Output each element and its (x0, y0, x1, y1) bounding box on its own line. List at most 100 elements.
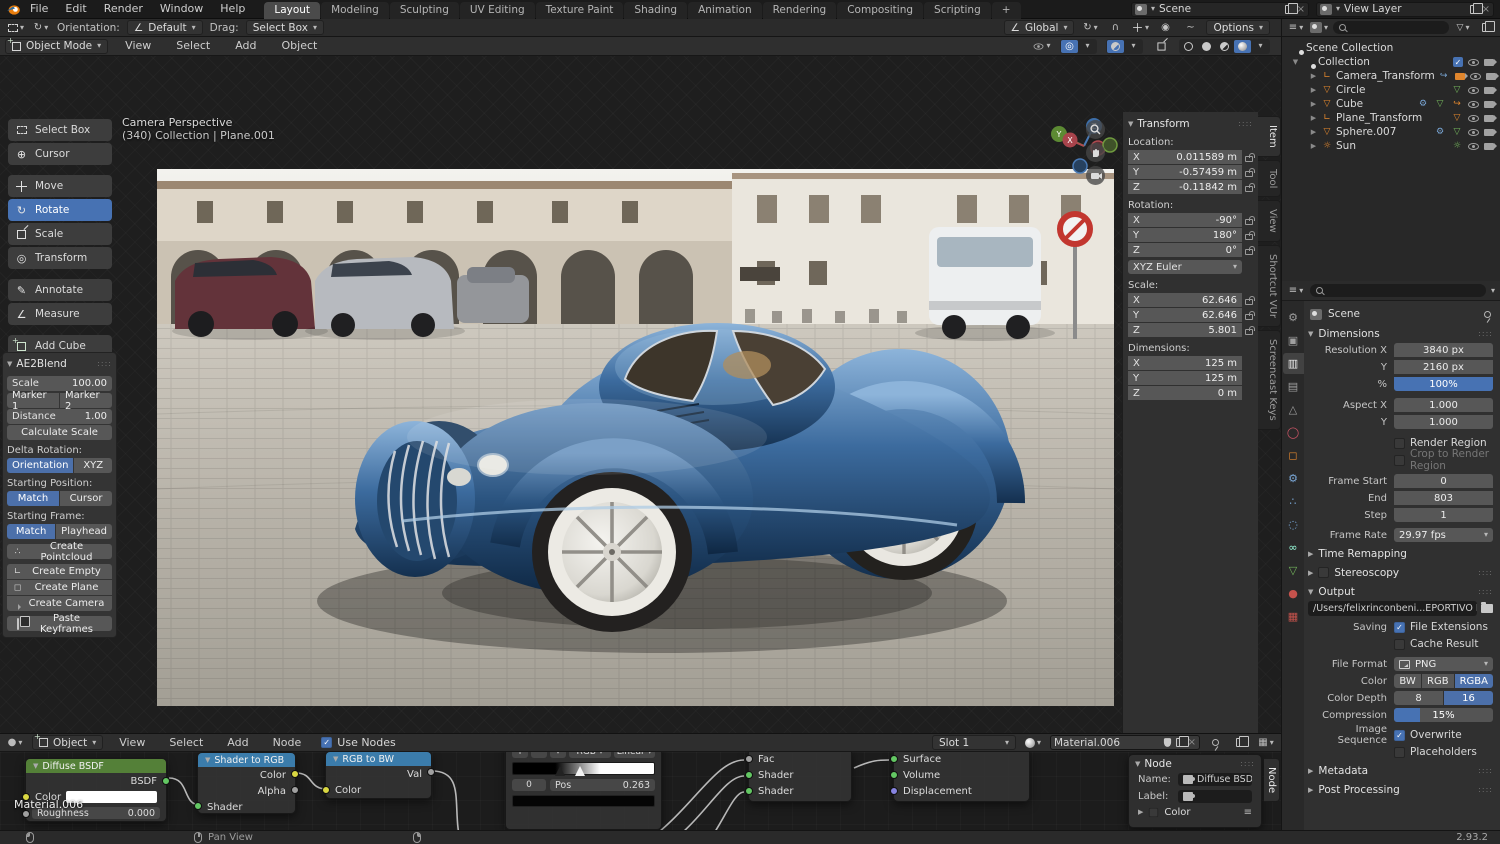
node-colorramp[interactable]: + − ▾ RGB▾ Linear▾ 0 Pos0.263 (505, 752, 662, 830)
tab-particles[interactable]: ∴ (1283, 491, 1304, 512)
menu-window[interactable]: Window (152, 0, 211, 18)
dimensions-section-header[interactable]: ▼Dimensions :::: (1308, 325, 1493, 342)
crop-render-region-checkbox[interactable]: Crop to Render Region (1394, 448, 1493, 472)
editor-type-icon[interactable]: ≡▾ (1287, 283, 1305, 298)
rotation-x-field[interactable]: X-90° (1128, 213, 1242, 227)
xray-toggle-icon[interactable] (1152, 39, 1170, 54)
camera-visibility-icon[interactable] (1484, 129, 1494, 136)
tab-texture-paint[interactable]: Texture Paint (536, 2, 624, 19)
node-diffuse-bsdf[interactable]: ▼Diffuse BSDF BSDF Color Roughness0.000 (25, 758, 167, 822)
options-dropdown[interactable]: Options ▾ (1206, 20, 1270, 35)
shader-input-socket[interactable] (194, 802, 202, 810)
mode-dropdown[interactable]: Object Mode ▾ (5, 39, 108, 54)
tab-rendering[interactable]: Rendering (763, 2, 837, 19)
zoom-button[interactable] (1086, 120, 1105, 139)
shader-input-socket[interactable] (745, 771, 753, 779)
collection-checkbox[interactable]: ✓ (1453, 57, 1463, 67)
node-rgb-to-bw[interactable]: ▼RGB to BW Val Color (325, 752, 432, 799)
tab-world[interactable]: ◯ (1283, 422, 1304, 443)
output-path-field[interactable]: /Users/felixrinconbeni...EPORTIVO DEFINI… (1308, 601, 1477, 616)
ae2-distance-field[interactable]: Distance1.00 (7, 409, 112, 424)
outliner-row-sphere007[interactable]: ▶ ▽ Sphere.007 ⚙ ▽ (1285, 125, 1497, 139)
end-field[interactable]: 803 (1394, 491, 1493, 505)
new-view-layer-icon[interactable] (1470, 5, 1478, 14)
fac-input-socket[interactable] (745, 755, 753, 763)
eye-icon[interactable] (1468, 143, 1479, 150)
shader-sidebar-tab-node[interactable]: Node (1264, 758, 1280, 802)
expand-icon[interactable]: ▶ (1309, 114, 1318, 122)
tab-material[interactable]: ● (1283, 583, 1304, 604)
overlays-dropdown-icon[interactable]: ▾ (1125, 40, 1142, 53)
rotation-mode-dropdown[interactable]: XYZ Euler▾ (1128, 260, 1242, 274)
node-mix-shader[interactable]: Fac Shader Shader (748, 752, 852, 802)
new-scene-icon[interactable] (1285, 5, 1293, 14)
ramp-handle-black[interactable] (555, 766, 565, 776)
folder-icon[interactable] (1481, 604, 1493, 613)
proportional-edit-icon[interactable]: ◉ (1156, 20, 1174, 35)
properties-search-input[interactable] (1310, 284, 1486, 297)
visibility-dropdown-icon[interactable]: ▾ (1033, 39, 1051, 54)
node-panel-header[interactable]: ▼Node :::: (1129, 755, 1261, 770)
expand-icon[interactable]: ▶ (1309, 142, 1318, 150)
eye-icon[interactable] (1470, 73, 1481, 80)
viewport-canvas[interactable]: Camera Perspective (340) Collection | Pl… (0, 56, 1281, 733)
stop-color-swatch[interactable] (512, 795, 655, 807)
resolution-y-field[interactable]: 2160 px (1394, 360, 1493, 374)
tab-object[interactable]: ◻ (1283, 445, 1304, 466)
remove-stop-button[interactable]: − (531, 752, 547, 758)
camera-view-button[interactable] (1086, 166, 1105, 185)
snap-target-icon[interactable]: ↻▾ (1081, 20, 1099, 35)
outliner-row-collection[interactable]: ▼ Collection ✓ (1285, 55, 1497, 69)
browse-material-icon[interactable]: ▾ (1024, 735, 1042, 750)
editor-type-icon[interactable]: ●▾ (6, 735, 24, 750)
node-shader-to-rgb[interactable]: ▼Shader to RGB Color Alpha Shader (197, 752, 296, 814)
tab-item[interactable]: Item (1258, 116, 1281, 157)
dimensions-y-field[interactable]: Y125 m (1128, 371, 1242, 385)
scale-z-field[interactable]: Z5.801 (1128, 323, 1242, 337)
match-position-toggle[interactable]: Match (7, 491, 59, 506)
node-material-output[interactable]: Surface Volume Displacement (893, 752, 1030, 802)
tab-modifiers[interactable]: ⚙ (1283, 468, 1304, 489)
volume-input-socket[interactable] (890, 771, 898, 779)
overlays-toggle-icon[interactable] (1107, 40, 1124, 53)
menu-render[interactable]: Render (96, 0, 151, 18)
tab-compositing[interactable]: Compositing (837, 2, 923, 19)
placeholders-checkbox[interactable]: Placeholders (1394, 746, 1477, 758)
outliner-search-input[interactable] (1333, 21, 1449, 34)
marker2-button[interactable]: Marker 2 (60, 393, 112, 408)
camera-visibility-icon[interactable] (1484, 87, 1494, 94)
shading-solid-icon[interactable] (1198, 40, 1215, 53)
color-bw-toggle[interactable]: BW (1394, 674, 1421, 688)
outliner-row-camera-transform[interactable]: ▶ ∟ Camera_Transform ↪ (1285, 69, 1497, 83)
create-plane-button[interactable]: ◻Create Plane (7, 580, 112, 595)
expand-icon[interactable]: ▶ (1309, 128, 1318, 136)
gizmo-dropdown-icon[interactable]: ▾ (1079, 40, 1096, 53)
close-icon[interactable]: × (1482, 4, 1490, 15)
tool-select-box[interactable]: Select Box (8, 119, 112, 141)
add-workspace-button[interactable]: + (992, 2, 1021, 19)
transform-panel-header[interactable]: ▼ Transform :::: (1128, 116, 1253, 131)
shading-wireframe-icon[interactable] (1180, 40, 1197, 53)
file-format-dropdown[interactable]: PNG▾ (1394, 657, 1493, 671)
outliner-row-sun[interactable]: ▶ ☼ Sun ☼ (1285, 139, 1497, 153)
filter-icon[interactable]: ▽▾ (1454, 20, 1472, 35)
tab-view[interactable]: View (1258, 200, 1281, 242)
grip-icon[interactable]: :::: (1478, 785, 1493, 794)
expand-icon[interactable]: ▶ (1309, 86, 1318, 94)
tab-tool[interactable]: Tool (1258, 160, 1281, 197)
view-menu[interactable]: View (117, 37, 159, 55)
marker1-button[interactable]: Marker 1 (7, 393, 59, 408)
tab-screencast-keys[interactable]: Screencast Keys (1258, 330, 1281, 430)
tool-annotate[interactable]: ✎Annotate (8, 279, 112, 301)
step-field[interactable]: 1 (1394, 508, 1493, 522)
resolution-pct-slider[interactable]: 100% (1394, 377, 1493, 391)
gizmo-toggle-icon[interactable]: ◎ (1061, 40, 1078, 53)
tab-modeling[interactable]: Modeling (321, 2, 389, 19)
grip-icon[interactable]: :::: (1478, 587, 1493, 596)
menu-file[interactable]: File (22, 0, 56, 18)
compression-slider[interactable]: 15% (1394, 708, 1493, 722)
bsdf-output-socket[interactable] (162, 777, 170, 785)
cursor-toggle[interactable]: Cursor (60, 491, 112, 506)
navigation-gizmo[interactable]: Z Y X (1046, 116, 1118, 176)
lock-icon[interactable] (1245, 219, 1253, 225)
